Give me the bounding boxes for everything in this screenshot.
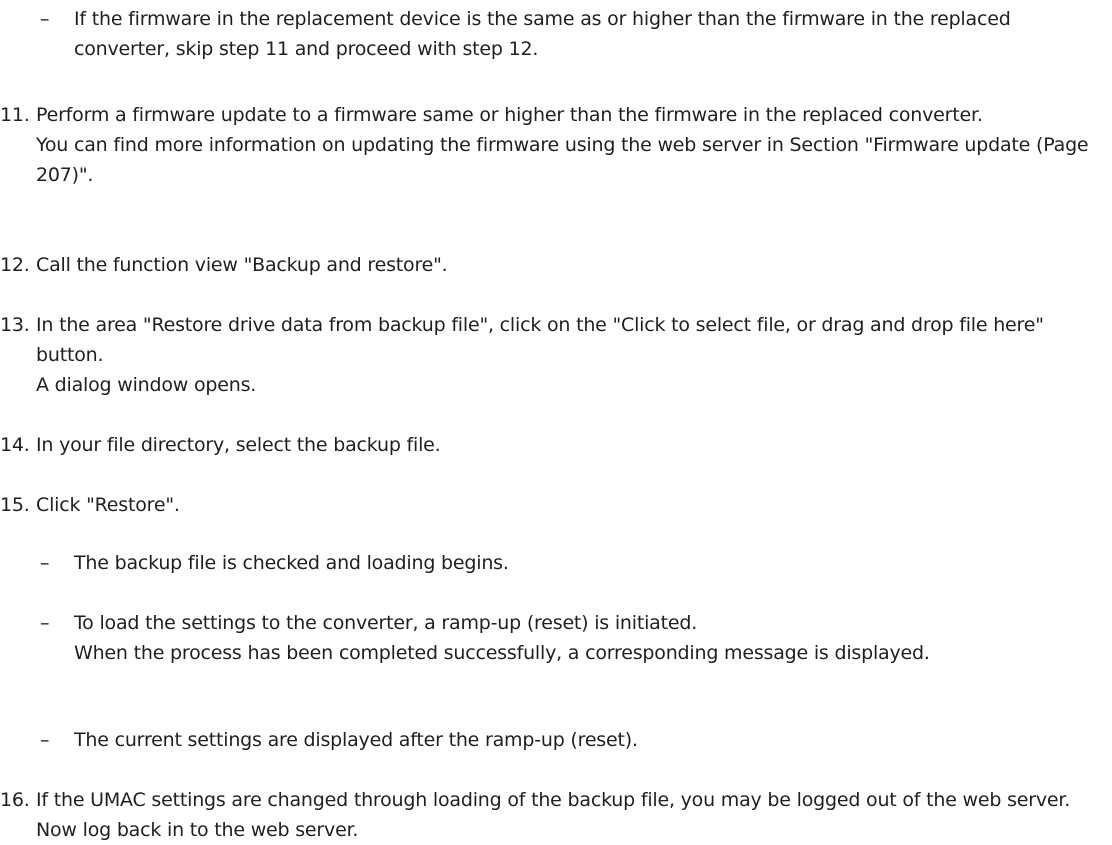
step-13: 13. In the area "Restore drive data from… (0, 310, 1100, 400)
step-number: 12. (0, 254, 30, 276)
step-text: Click "Restore". (36, 494, 180, 516)
step-10-subitem: – If the firmware in the replacement dev… (40, 4, 1100, 64)
step-15-subitem: – The backup file is checked and loading… (40, 548, 1100, 578)
step-number: 16. (0, 789, 30, 811)
subitem-text: The current settings are displayed after… (74, 729, 638, 751)
step-text: Perform a firmware update to a firmware … (36, 104, 983, 126)
step-14: 14. In your file directory, select the b… (0, 430, 1100, 460)
step-text: In the area "Restore drive data from bac… (36, 314, 1044, 366)
subitem-text: The backup file is checked and loading b… (74, 552, 509, 574)
dash-bullet: – (40, 8, 50, 30)
subitem-text: When the process has been completed succ… (74, 642, 930, 664)
step-15-subitem: – To load the settings to the converter,… (40, 608, 1100, 668)
step-number: 13. (0, 314, 30, 336)
step-16: 16. If the UMAC settings are changed thr… (0, 785, 1100, 845)
step-15: 15. Click "Restore". (0, 490, 1100, 520)
dash-bullet: – (40, 612, 50, 634)
step-text: In your file directory, select the backu… (36, 434, 441, 456)
subitem-text: If the firmware in the replacement devic… (74, 8, 1011, 60)
step-number: 15. (0, 494, 30, 516)
step-11: 11. Perform a firmware update to a firmw… (0, 100, 1100, 190)
step-text: You can find more information on updatin… (36, 134, 1089, 186)
step-number: 11. (0, 104, 30, 126)
step-15-subitem: – The current settings are displayed aft… (40, 725, 1100, 755)
dash-bullet: – (40, 552, 50, 574)
document-page: – If the firmware in the replacement dev… (0, 0, 1112, 841)
step-12: 12. Call the function view "Backup and r… (0, 250, 1100, 280)
step-text: If the UMAC settings are changed through… (36, 789, 1071, 841)
dash-bullet: – (40, 729, 50, 751)
step-text: Call the function view "Backup and resto… (36, 254, 448, 276)
subitem-text: To load the settings to the converter, a… (74, 612, 698, 634)
step-text: A dialog window opens. (36, 374, 257, 396)
step-number: 14. (0, 434, 30, 456)
